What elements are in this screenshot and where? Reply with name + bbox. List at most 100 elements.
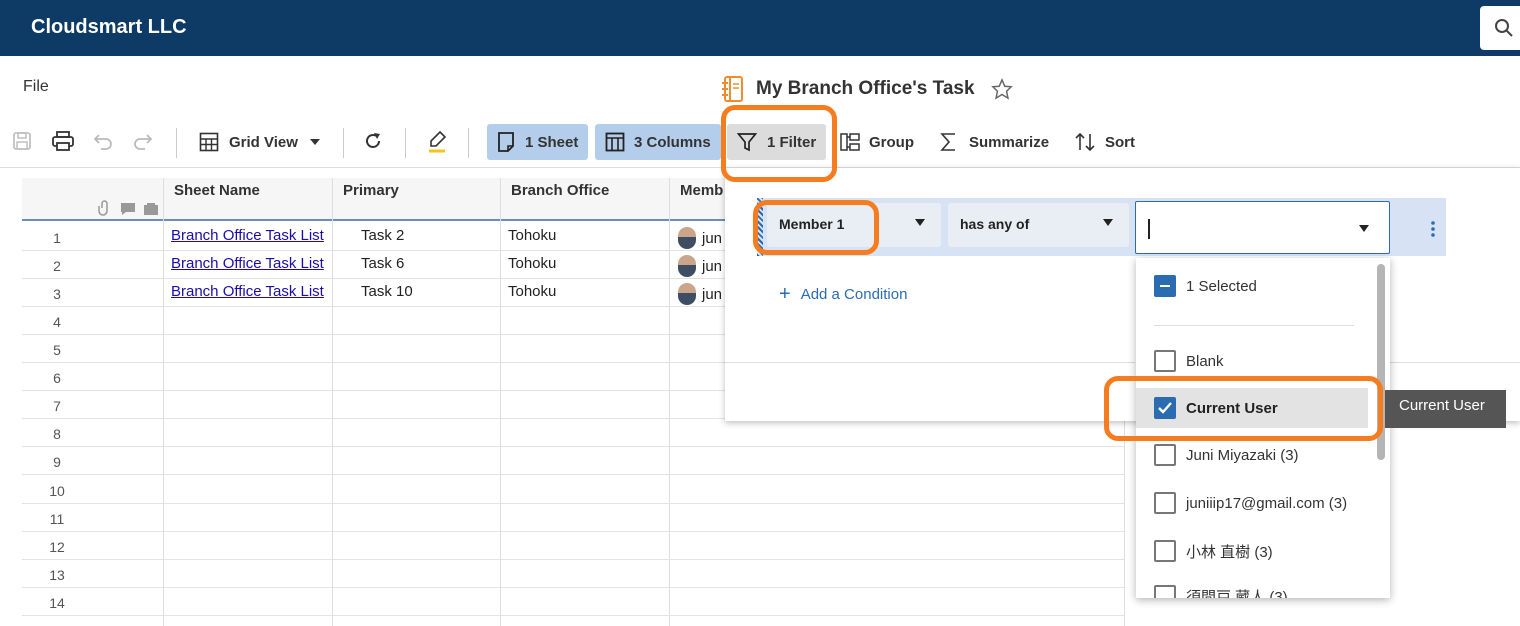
select-all-option[interactable]: 1 Selected [1136, 266, 1368, 306]
branch-cell[interactable]: Tohoku [508, 227, 556, 244]
operator-select[interactable]: has any of [948, 203, 1129, 247]
chevron-down-icon [309, 139, 320, 145]
option-tooltip: Current User [1385, 390, 1506, 428]
option-label: 須間戸 蔵人 (3) [1186, 588, 1288, 599]
branch-cell[interactable]: Tohoku [508, 255, 556, 272]
sheet-icon [498, 132, 514, 152]
undo-button[interactable] [93, 132, 113, 150]
highlight-button[interactable] [426, 130, 448, 154]
columns-label: 3 Columns [634, 133, 711, 151]
table-row[interactable]: 13 [22, 560, 1125, 588]
print-button[interactable] [52, 131, 74, 151]
member-cell[interactable]: jun [678, 227, 722, 249]
option-label: Blank [1186, 352, 1224, 370]
highlighter-icon [429, 130, 447, 153]
avatar [678, 283, 696, 305]
primary-cell[interactable]: Task 6 [361, 255, 404, 272]
row-number: 10 [49, 483, 65, 499]
dropdown-option-clip: 須間戸 蔵人 (3) [1136, 580, 1368, 598]
sheet-title: My Branch Office's Task [756, 78, 975, 99]
row-number: 2 [53, 258, 61, 274]
redo-button[interactable] [133, 132, 153, 150]
checkbox[interactable] [1154, 585, 1176, 598]
checkbox[interactable] [1154, 540, 1176, 562]
checkbox[interactable] [1154, 492, 1176, 514]
dropdown-option[interactable]: juniiip17@gmail.com (3) [1136, 483, 1368, 523]
column-header[interactable]: Branch Office [501, 178, 670, 221]
row-number: 7 [53, 398, 61, 414]
refresh-button[interactable] [364, 132, 382, 150]
table-row[interactable]: 14 [22, 588, 1125, 616]
grid-view-dropdown[interactable]: Grid View [199, 132, 320, 152]
primary-cell[interactable]: Task 2 [361, 227, 404, 244]
row-number: 6 [53, 370, 61, 386]
save-button[interactable] [12, 131, 32, 151]
table-row[interactable]: 8 [22, 419, 1125, 447]
chevron-down-icon [1359, 225, 1369, 232]
file-menu[interactable]: File [23, 78, 49, 96]
row-number: 12 [49, 539, 65, 555]
member-cell[interactable]: jun [678, 255, 722, 277]
columns-icon [605, 132, 625, 152]
column-header[interactable]: Sheet Name [164, 178, 333, 221]
row-number: 14 [49, 595, 65, 611]
search-button[interactable] [1480, 6, 1520, 50]
row-number: 11 [49, 511, 65, 527]
grid-view-label: Grid View [229, 133, 298, 151]
summarize-button[interactable]: Summarize [940, 132, 1049, 152]
panel-divider [725, 362, 1135, 363]
dropdown-option[interactable]: 須間戸 蔵人 (3) [1136, 580, 1368, 598]
star-icon[interactable] [990, 78, 1013, 100]
dropdown-option[interactable]: Blank [1136, 341, 1368, 381]
value-input[interactable] [1135, 201, 1390, 254]
columns-button[interactable]: 3 Columns [595, 124, 721, 160]
table-row[interactable]: 11 [22, 504, 1125, 532]
row-number: 1 [53, 230, 61, 246]
toolbar-divider [176, 128, 177, 158]
sort-button[interactable]: Sort [1074, 132, 1135, 152]
avatar [678, 227, 696, 249]
print-icon [52, 131, 74, 151]
comment-icon [121, 203, 135, 215]
checkbox[interactable] [1154, 350, 1176, 372]
sheet-name-link[interactable]: Branch Office Task List [171, 227, 324, 244]
highlight-ring-filter [721, 105, 837, 182]
member-name: jun [702, 285, 723, 303]
toolbar-divider [343, 128, 344, 158]
table-row[interactable]: 9 [22, 447, 1125, 475]
sheet-title-bar: My Branch Office's Task [722, 76, 1013, 102]
column-header[interactable]: Primary [333, 178, 501, 221]
add-condition-button[interactable]: + Add a Condition [779, 283, 908, 305]
selected-count: 1 Selected [1186, 277, 1257, 295]
plus-icon: + [779, 283, 791, 305]
highlight-ring-field [753, 200, 879, 255]
avatar [678, 255, 696, 277]
highlight-ring-current-user [1104, 376, 1383, 441]
member-cell[interactable]: jun [678, 283, 722, 305]
more-options-icon[interactable] [1429, 220, 1437, 238]
sheet-name-link[interactable]: Branch Office Task List [171, 255, 324, 272]
partial-checkbox[interactable] [1154, 275, 1176, 297]
sheet-filter-button[interactable]: 1 Sheet [487, 124, 589, 160]
member-name: jun [702, 229, 723, 247]
dropdown-option[interactable]: Juni Miyazaki (3) [1136, 435, 1368, 475]
option-label: juniiip17@gmail.com (3) [1186, 494, 1348, 512]
proof-icon [144, 203, 158, 215]
add-condition-label: Add a Condition [800, 286, 908, 303]
top-bar: Cloudsmart LLC [0, 0, 1520, 56]
row-header-cell [22, 178, 164, 221]
search-icon [1495, 19, 1513, 37]
primary-cell[interactable]: Task 10 [361, 283, 413, 300]
operator-select-value: has any of [960, 216, 1030, 232]
sheet-name-link[interactable]: Branch Office Task List [171, 283, 324, 300]
sigma-icon [940, 133, 955, 151]
branch-cell[interactable]: Tohoku [508, 283, 556, 300]
table-row[interactable]: 10 [22, 476, 1125, 504]
group-button[interactable]: Group [840, 132, 914, 152]
attachment-icon [98, 200, 108, 216]
dropdown-option[interactable]: 小林 直樹 (3) [1136, 531, 1368, 571]
dropdown-divider [1154, 325, 1354, 326]
table-row[interactable]: 12 [22, 532, 1125, 560]
toolbar-divider [405, 128, 406, 158]
checkbox[interactable] [1154, 444, 1176, 466]
